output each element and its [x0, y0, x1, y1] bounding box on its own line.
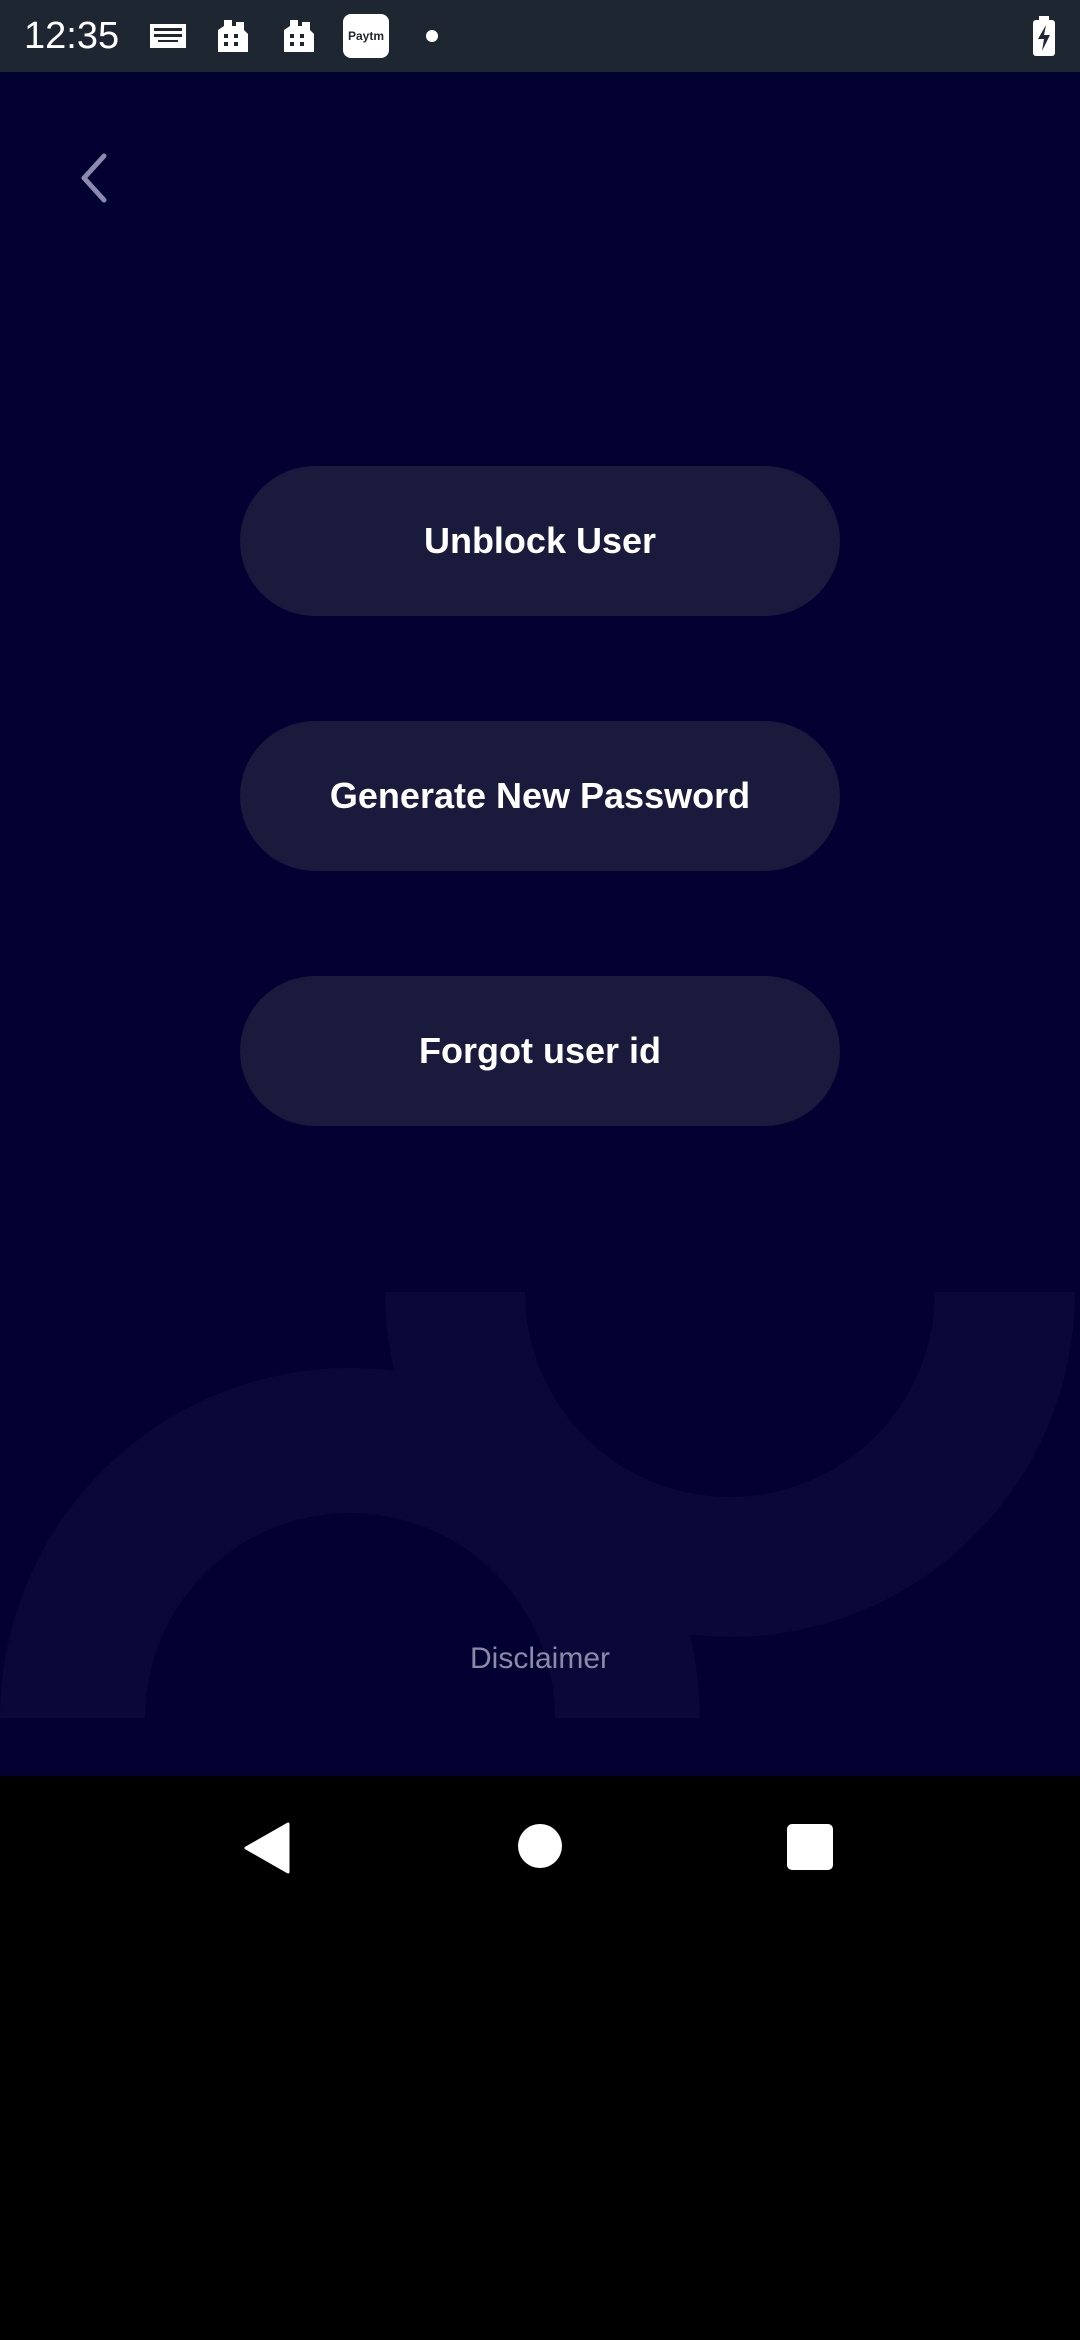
building-icon	[218, 20, 248, 52]
square-recents-icon[interactable]	[787, 1824, 833, 1870]
farm-bureau-icon	[150, 24, 186, 48]
unblock-user-button[interactable]: Unblock User	[240, 466, 840, 616]
navigation-bar	[0, 1776, 1080, 1920]
back-button[interactable]	[64, 142, 128, 214]
screen: 12:35 Paytm Unblock User Generate New Pa…	[0, 0, 1080, 2340]
circle-home-icon[interactable]	[518, 1824, 562, 1868]
paytm-icon: Paytm	[343, 14, 389, 58]
triangle-back-icon[interactable]	[244, 1822, 290, 1874]
battery-charging-icon	[1033, 16, 1055, 56]
dot-icon	[426, 30, 438, 42]
disclaimer-link[interactable]: Disclaimer	[0, 1642, 1080, 1676]
app-content: Unblock User Generate New Password Forgo…	[0, 72, 1080, 1776]
forgot-user-id-button[interactable]: Forgot user id	[240, 976, 840, 1126]
status-time: 12:35	[24, 15, 120, 57]
status-bar: 12:35 Paytm	[0, 0, 1080, 72]
building-icon	[284, 20, 314, 52]
generate-new-password-button[interactable]: Generate New Password	[240, 721, 840, 871]
background-decoration	[0, 1292, 1075, 1718]
